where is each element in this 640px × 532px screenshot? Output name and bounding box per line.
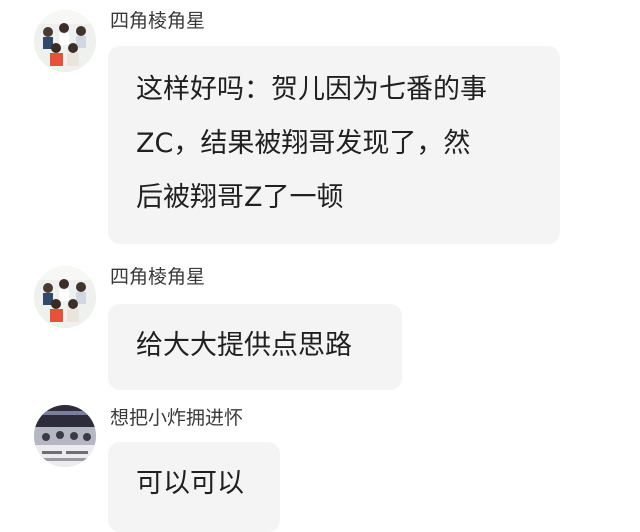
message-text-line: 可以可以 (136, 468, 244, 499)
group-photo-icon (34, 266, 96, 328)
message-text-line: 这样好吗：贺儿因为七番的事 (136, 74, 487, 105)
message-text-line: 后被翔哥Z了一顿 (136, 182, 344, 213)
username[interactable]: 四角棱角星 (110, 268, 205, 287)
username[interactable]: 想把小炸拥进怀 (110, 409, 243, 428)
message-text-line: 给大大提供点思路 (136, 330, 352, 361)
user-avatar[interactable] (34, 10, 96, 72)
group-photo-icon (34, 10, 96, 72)
user-avatar[interactable] (34, 266, 96, 328)
comment-item: 想把小炸拥进怀 可以可以 (0, 400, 640, 532)
comment-item: 四角棱角星 这样好吗：贺儿因为七番的事 ZC，结果被翔哥发现了，然 后被翔哥Z了… (0, 0, 640, 250)
user-avatar[interactable] (34, 405, 96, 467)
concert-photo-icon (34, 405, 96, 467)
message-bubble: 可以可以 (108, 442, 280, 532)
comment-item: 四角棱角星 给大大提供点思路 (0, 262, 640, 392)
message-bubble: 这样好吗：贺儿因为七番的事 ZC，结果被翔哥发现了，然 后被翔哥Z了一顿 (108, 46, 560, 244)
username[interactable]: 四角棱角星 (110, 12, 205, 31)
message-text-line: ZC，结果被翔哥发现了，然 (136, 128, 471, 159)
message-bubble: 给大大提供点思路 (108, 304, 402, 390)
